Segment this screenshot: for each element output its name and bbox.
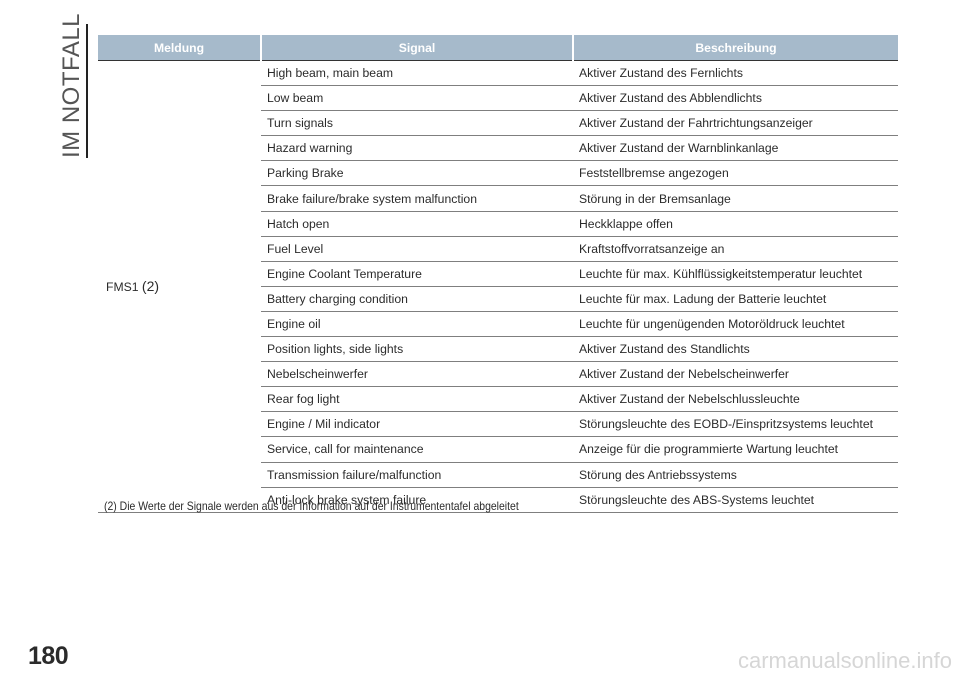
beschreibung-cell: Störung des Antriebssystems (573, 462, 898, 488)
beschreibung-cell: Feststellbremse angezogen (573, 160, 898, 187)
signal-cell: Fuel Level (261, 236, 573, 262)
signal-cell: Engine oil (261, 311, 573, 338)
signal-cell: Low beam (261, 85, 573, 112)
table-row: FMS1 (2) High beam, main beam Aktiver Zust… (98, 59, 898, 513)
beschreibung-cell: Leuchte für max. Ladung der Batterie leu… (573, 286, 898, 312)
signal-cell: Brake failure/brake system malfunction (261, 185, 573, 212)
signal-cell: Hatch open (261, 211, 573, 237)
beschreibung-cell: Störungsleuchte des ABS-Systems leuchtet (573, 487, 898, 513)
beschreibung-cell: Aktiver Zustand der Nebelscheinwerfer (573, 361, 898, 388)
section-title: IM NOTFALL (58, 12, 85, 158)
signal-cell: Battery charging condition (261, 286, 573, 312)
signal-cell: Hazard warning (261, 135, 573, 162)
meldung-label: FMS1 (106, 280, 139, 295)
meldung-cell: FMS1 (2) (98, 60, 261, 513)
signal-cell: Turn signals (261, 110, 573, 137)
signal-cell: Transmission failure/malfunction (261, 462, 573, 488)
page-number: 180 (28, 642, 69, 670)
header-meldung: Meldung (98, 35, 261, 61)
beschreibung-cell: Heckklappe offen (573, 211, 898, 237)
signal-table: Meldung Signal Beschreibung FMS1 (2) High… (98, 35, 898, 513)
table-header-row: Meldung Signal Beschreibung (98, 35, 898, 61)
beschreibung-cell: Aktiver Zustand der Fahrtrichtungsanzeig… (573, 110, 898, 137)
beschreibung-cell: Störungsleuchte des EOBD-/Einspritzsyste… (573, 411, 898, 438)
signal-cell: High beam, main beam (261, 59, 573, 87)
beschreibung-cell: Aktiver Zustand der Nebelschlussleuchte (573, 386, 898, 413)
beschreibung-cell: Leuchte für max. Kühlflüssigkeitstempera… (573, 261, 898, 287)
beschreibung-cell: Aktiver Zustand der Warnblinkanlage (573, 135, 898, 162)
signal-cell: Engine Coolant Temperature (261, 261, 573, 287)
signal-cell: Nebelscheinwerfer (261, 361, 573, 388)
beschreibung-cell: Störung in der Bremsanlage (573, 185, 898, 212)
signal-cell: Rear fog light (261, 386, 573, 413)
beschreibung-cell: Anzeige für die programmierte Wartung le… (573, 436, 898, 463)
beschreibung-cell: Aktiver Zustand des Abblendlichts (573, 85, 898, 112)
header-beschreibung: Beschreibung (572, 35, 898, 61)
beschreibung-cell: Aktiver Zustand des Standlichts (573, 336, 898, 363)
beschreibung-cell: Leuchte für ungenügenden Motoröldruck le… (573, 311, 898, 338)
signal-cell: Engine / Mil indicator (261, 411, 573, 438)
footnote-ref: (2) (141, 278, 160, 295)
signal-cell: Service, call for maintenance (261, 436, 573, 463)
signal-cell: Position lights, side lights (261, 336, 573, 363)
signal-cell: Parking Brake (261, 160, 573, 187)
header-signal: Signal (260, 35, 573, 61)
beschreibung-cell: Aktiver Zustand des Fernlichts (573, 59, 898, 87)
watermark: carmanualsonline.info (737, 648, 952, 673)
beschreibung-cell: Kraftstoffvorratsanzeige an (573, 236, 898, 262)
table-body: FMS1 (2) High beam, main beam Aktiver Zust… (98, 59, 898, 513)
footnote: (2) Die Werte der Signale werden aus der… (104, 499, 519, 513)
